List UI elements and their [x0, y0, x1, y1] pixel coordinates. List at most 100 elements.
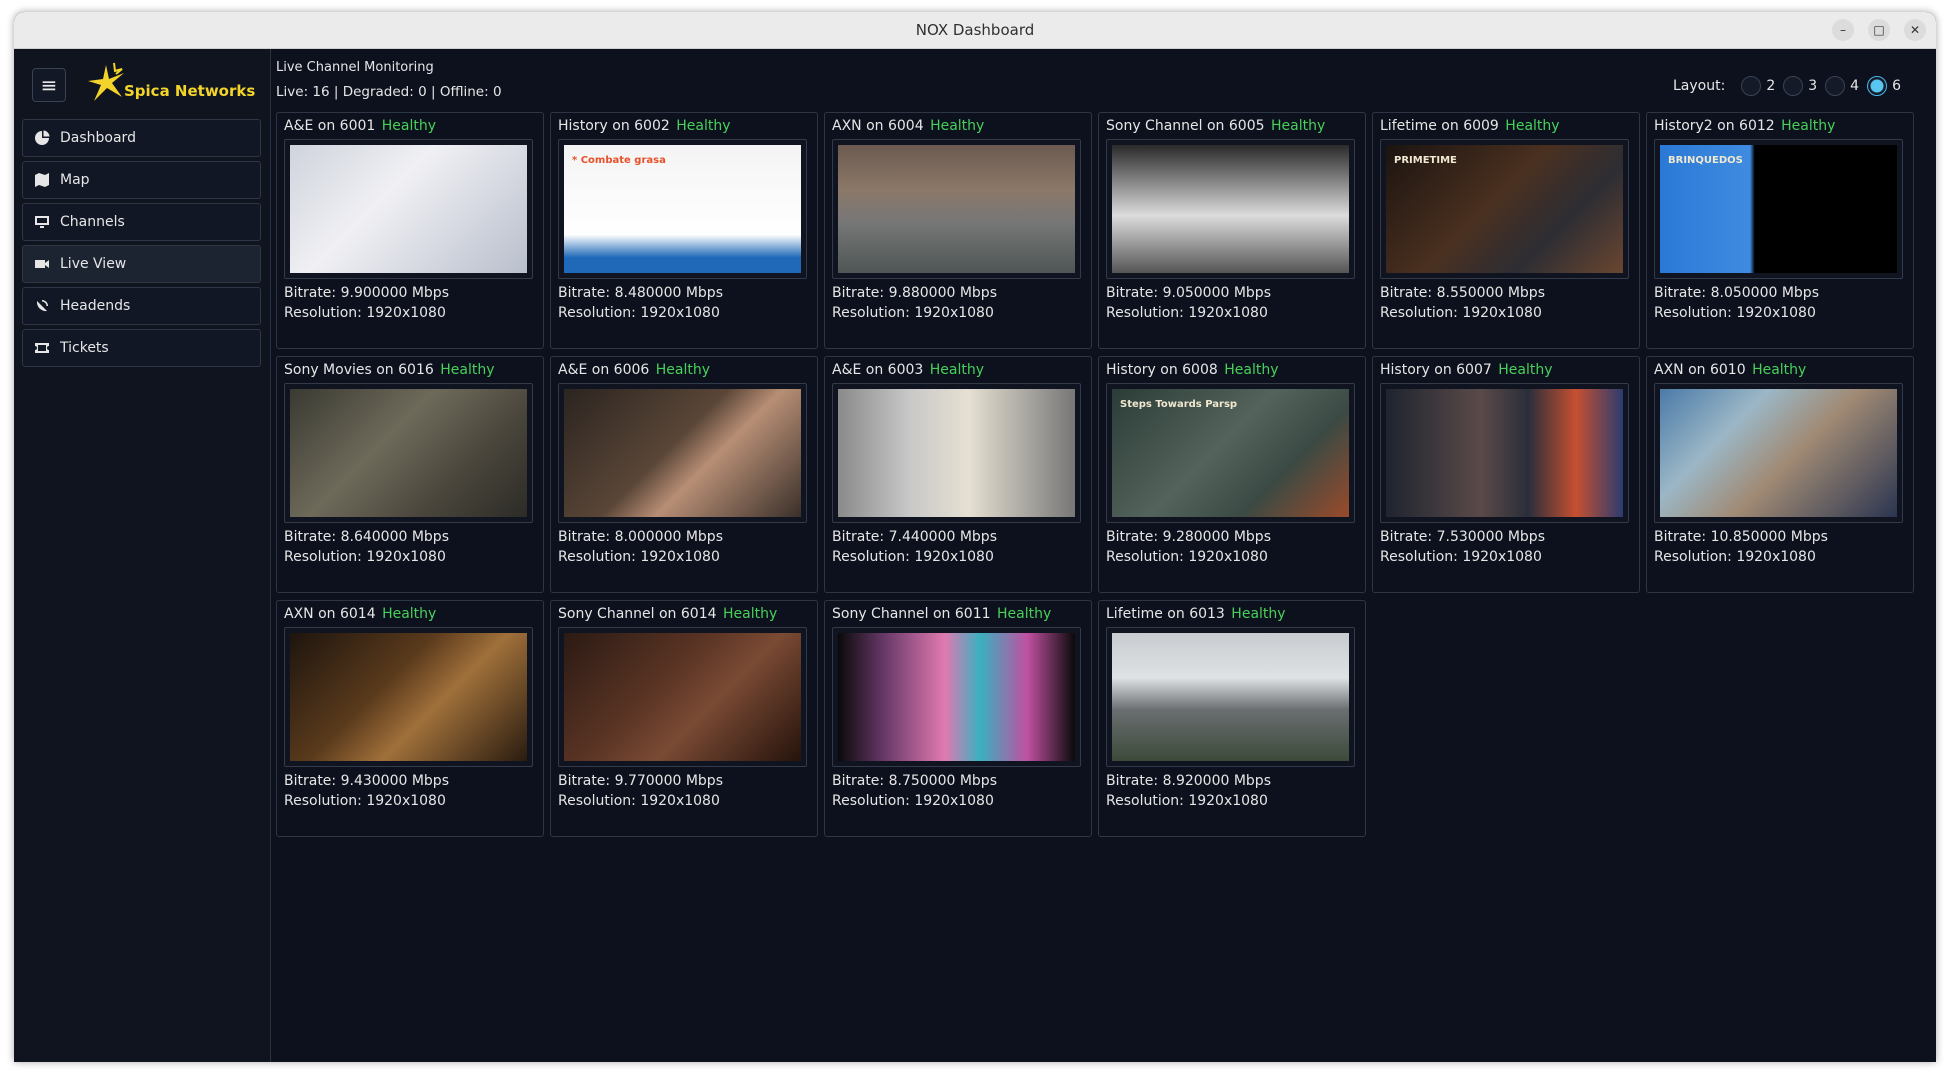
video-preview-frame[interactable] [558, 383, 807, 523]
channel-card[interactable]: History on 6002 Healthy * Combate grasa … [550, 112, 818, 349]
channel-card[interactable]: Lifetime on 6009 Healthy PRIMETIME Bitra… [1372, 112, 1640, 349]
video-preview-frame[interactable] [832, 139, 1081, 279]
video-preview-frame[interactable] [558, 627, 807, 767]
bitrate-readout: Bitrate: 9.900000 Mbps [284, 285, 449, 301]
minimize-icon[interactable]: – [1832, 19, 1854, 41]
layout-option-2[interactable]: 2 [1741, 76, 1775, 96]
channel-status-badge: Healthy [382, 606, 437, 622]
channel-card[interactable]: Sony Channel on 6005 Healthy Bitrate: 9.… [1098, 112, 1366, 349]
hamburger-menu-icon[interactable]: ≡ [32, 68, 66, 102]
sidebar-item-tickets[interactable]: Tickets [22, 329, 261, 367]
video-preview-frame[interactable] [1654, 383, 1903, 523]
bitrate-readout: Bitrate: 8.000000 Mbps [558, 529, 723, 545]
resolution-value: 1920x1080 [1188, 793, 1268, 809]
video-thumbnail[interactable] [1386, 389, 1623, 517]
video-preview-frame[interactable]: Steps Towards Parsp [1106, 383, 1355, 523]
bitrate-label: Bitrate: [832, 773, 885, 789]
sidebar-item-map[interactable]: Map [22, 161, 261, 199]
close-icon[interactable]: ✕ [1904, 19, 1926, 41]
channel-card[interactable]: Lifetime on 6013 Healthy Bitrate: 8.9200… [1098, 600, 1366, 837]
radio-button[interactable] [1783, 76, 1804, 96]
bitrate-readout: Bitrate: 9.880000 Mbps [832, 285, 997, 301]
video-preview-frame[interactable] [832, 383, 1081, 523]
channel-grid: A&E on 6001 Healthy Bitrate: 9.900000 Mb… [276, 112, 1914, 837]
bitrate-value: 9.050000 Mbps [1162, 285, 1271, 301]
video-preview-frame[interactable] [832, 627, 1081, 767]
video-thumbnail[interactable] [564, 633, 801, 761]
video-preview-frame[interactable] [1380, 383, 1629, 523]
channel-card[interactable]: History on 6007 Healthy Bitrate: 7.53000… [1372, 356, 1640, 593]
channel-card[interactable]: Sony Channel on 6014 Healthy Bitrate: 9.… [550, 600, 818, 837]
channel-status-badge: Healthy [381, 118, 437, 134]
sidebar-item-label: Map [60, 172, 90, 188]
bitrate-readout: Bitrate: 9.770000 Mbps [558, 773, 723, 789]
bitrate-value: 8.550000 Mbps [1436, 285, 1545, 301]
resolution-readout: Resolution: 1920x1080 [558, 549, 720, 565]
video-preview-frame[interactable]: * Combate grasa [558, 139, 807, 279]
video-preview-frame[interactable] [1106, 139, 1355, 279]
video-thumbnail[interactable] [290, 389, 527, 517]
resolution-value: 1920x1080 [366, 793, 446, 809]
layout-option-6[interactable]: 6 [1867, 76, 1901, 96]
channel-card[interactable]: AXN on 6004 Healthy Bitrate: 9.880000 Mb… [824, 112, 1092, 349]
resolution-label: Resolution: [1654, 549, 1732, 565]
video-preview-frame[interactable] [284, 627, 533, 767]
channel-title: A&E on 6001 Healthy [284, 118, 436, 134]
sidebar-item-dashboard[interactable]: Dashboard [22, 119, 261, 157]
channel-card[interactable]: AXN on 6014 Healthy Bitrate: 9.430000 Mb… [276, 600, 544, 837]
channel-name: AXN on 6004 [832, 118, 924, 134]
bitrate-label: Bitrate: [832, 529, 885, 545]
video-thumbnail[interactable] [1660, 389, 1897, 517]
channel-card[interactable]: History2 on 6012 Healthy BRINQUEDOS Bitr… [1646, 112, 1914, 349]
sidebar-item-live-view[interactable]: Live View [22, 245, 261, 283]
video-thumbnail[interactable] [290, 145, 527, 273]
channel-status-badge: Healthy [1224, 362, 1279, 378]
channel-title: Sony Channel on 6011 Healthy [832, 606, 1051, 622]
video-preview-frame[interactable] [1106, 627, 1355, 767]
channel-name: AXN on 6014 [284, 606, 376, 622]
maximize-icon[interactable]: □ [1868, 19, 1890, 41]
video-preview-frame[interactable] [284, 383, 533, 523]
video-preview-frame[interactable]: BRINQUEDOS [1654, 139, 1903, 279]
video-thumbnail[interactable] [564, 389, 801, 517]
sidebar-item-channels[interactable]: Channels [22, 203, 261, 241]
video-thumbnail[interactable] [1112, 633, 1349, 761]
video-thumbnail[interactable] [1112, 145, 1349, 273]
video-thumbnail[interactable] [838, 633, 1075, 761]
channel-name: AXN on 6010 [1654, 362, 1746, 378]
layout-option-4[interactable]: 4 [1825, 76, 1859, 96]
resolution-label: Resolution: [1654, 305, 1732, 321]
video-preview-frame[interactable]: PRIMETIME [1380, 139, 1629, 279]
layout-option-3[interactable]: 3 [1783, 76, 1817, 96]
layout-label: Layout: [1673, 78, 1726, 94]
thumbnail-caption: * Combate grasa [572, 155, 666, 166]
layout-option-label: 4 [1850, 78, 1860, 94]
channel-name: A&E on 6006 [558, 362, 650, 378]
video-preview-frame[interactable] [284, 139, 533, 279]
channel-name: History on 6007 [1380, 362, 1492, 378]
video-thumbnail[interactable]: PRIMETIME [1386, 145, 1623, 273]
channel-status-badge: Healthy [1752, 362, 1807, 378]
channel-card[interactable]: Sony Channel on 6011 Healthy Bitrate: 8.… [824, 600, 1092, 837]
bitrate-value: 9.280000 Mbps [1162, 529, 1271, 545]
radio-button[interactable] [1867, 76, 1888, 96]
video-thumbnail[interactable] [290, 633, 527, 761]
bitrate-readout: Bitrate: 7.440000 Mbps [832, 529, 997, 545]
video-thumbnail[interactable] [838, 145, 1075, 273]
channel-status-badge: Healthy [676, 118, 731, 134]
sidebar-item-label: Live View [60, 256, 127, 272]
channel-card[interactable]: A&E on 6003 Healthy Bitrate: 7.440000 Mb… [824, 356, 1092, 593]
channel-name: Lifetime on 6009 [1380, 118, 1499, 134]
radio-button[interactable] [1825, 76, 1846, 96]
video-thumbnail[interactable]: BRINQUEDOS [1660, 145, 1897, 273]
channel-card[interactable]: Sony Movies on 6016 Healthy Bitrate: 8.6… [276, 356, 544, 593]
video-thumbnail[interactable] [838, 389, 1075, 517]
channel-card[interactable]: A&E on 6001 Healthy Bitrate: 9.900000 Mb… [276, 112, 544, 349]
sidebar-item-headends[interactable]: Headends [22, 287, 261, 325]
radio-button[interactable] [1741, 76, 1762, 96]
channel-card[interactable]: AXN on 6010 Healthy Bitrate: 10.850000 M… [1646, 356, 1914, 593]
video-thumbnail[interactable]: Steps Towards Parsp [1112, 389, 1349, 517]
channel-card[interactable]: A&E on 6006 Healthy Bitrate: 8.000000 Mb… [550, 356, 818, 593]
channel-card[interactable]: History on 6008 Healthy Steps Towards Pa… [1098, 356, 1366, 593]
video-thumbnail[interactable]: * Combate grasa [564, 145, 801, 273]
